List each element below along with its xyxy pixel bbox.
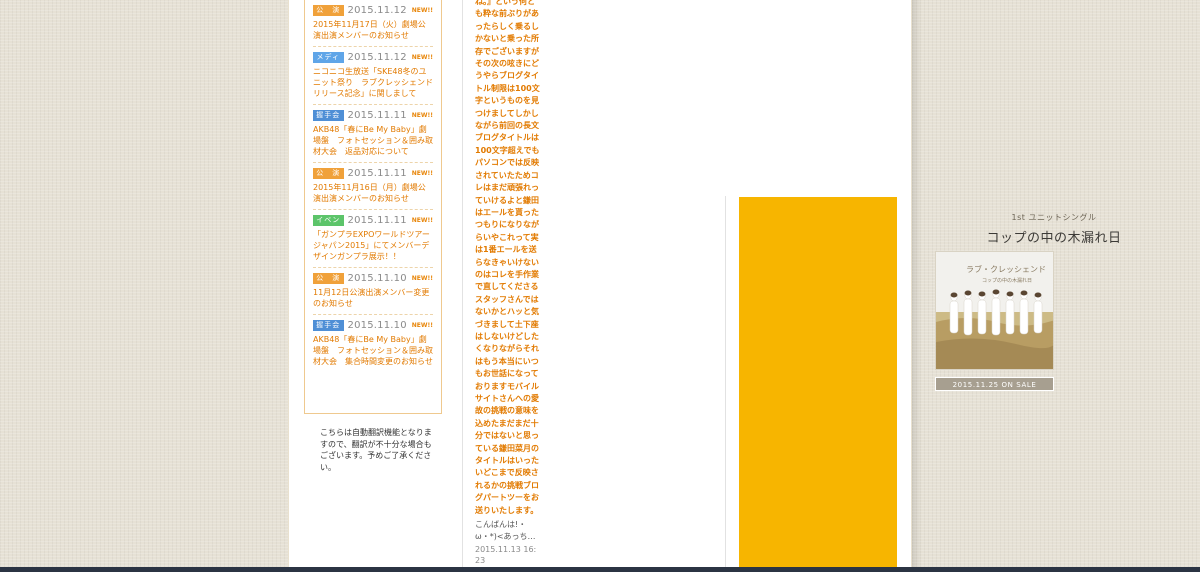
category-badge: 握手会 [313,110,344,121]
news-item[interactable]: 公 演 2015.11.11 NEW!! 2015年11月16日（月）劇場公演出演メン… [313,163,433,210]
translation-disclaimer: こちらは自動翻訳機能となりますので、翻訳が不十分な場合もございます。予めご了承く… [320,428,432,472]
news-title-link[interactable]: 2015年11月17日（火）劇場公演出演メンバーのお知らせ [313,19,433,41]
yellow-banner[interactable] [739,197,897,572]
category-badge: メディア [313,52,344,72]
promo-title[interactable]: コップの中の木漏れ日 [922,227,1186,246]
new-badge: NEW!! [411,217,433,224]
blog-excerpt[interactable]: こんばんは!・ω・*)<あっち… [475,519,540,542]
news-title-link[interactable]: 11月12日公演出演メンバー変更のお知らせ [313,287,433,309]
news-title-link[interactable]: 2015年11月16日（月）劇場公演出演メンバーのお知らせ [313,182,433,204]
blog-title-link[interactable]: ね。』という何とも粋な前ぶりがあったらしく乗るしかないと乗った所存でございますが… [475,0,540,517]
news-title-link[interactable]: AKB48「春にBe My Baby」劇場盤 フォトセッション＆囲み取材大会 集… [313,334,433,367]
news-date: 2015.11.12 [347,52,407,63]
new-badge: NEW!! [411,54,433,61]
news-item-header: 公 演 2015.11.10 NEW!! [313,272,433,285]
news-item[interactable]: メディア 2015.11.12 NEW!! ニコニコ生放送「SKE48冬のユニット祭り… [313,47,433,105]
blog-date: 2015.11.13 16:23 [475,545,537,566]
news-date: 2015.11.11 [347,168,407,179]
page-shadow [912,0,922,572]
news-item-header: イベント 2015.11.11 NEW!! [313,214,433,235]
news-list: 公 演 2015.11.12 NEW!! 2015年11月17日（火）劇場公演出演メン… [304,0,442,414]
news-date: 2015.11.10 [347,273,407,284]
release-date-bar: 2015.11.25 ON SALE [935,377,1054,391]
column-divider [462,0,463,572]
news-title-link[interactable]: 「ガンプラEXPOワールドツアージャパン2015」にてメンバーデザインガンプラ展… [313,229,433,262]
news-item[interactable]: 握手会 2015.11.10 NEW!! AKB48「春にBe My Baby」劇場盤… [313,315,433,372]
news-item[interactable]: イベント 2015.11.11 NEW!! 「ガンプラEXPOワールドツアージャパン2… [313,210,433,268]
news-item-header: 握手会 2015.11.11 NEW!! [313,109,433,122]
new-badge: NEW!! [411,112,433,119]
taskbar-edge [0,567,1200,572]
category-badge: 公 演 [313,273,344,284]
jacket-logo-text: ラブ・クレッシェンド [966,264,1046,274]
news-item-header: 公 演 2015.11.12 NEW!! [313,4,433,17]
new-badge: NEW!! [411,275,433,282]
new-badge: NEW!! [411,322,433,329]
news-item[interactable]: 公 演 2015.11.10 NEW!! 11月12日公演出演メンバー変更のお知らせ [313,268,433,315]
new-badge: NEW!! [411,7,433,14]
category-badge: 公 演 [313,5,344,16]
promo-subtitle: 1st ユニットシングル [1011,213,1097,222]
news-date: 2015.11.12 [347,5,407,16]
jacket-sub-text: コップの中の木漏れ日 [982,277,1032,284]
news-item-header: メディア 2015.11.12 NEW!! [313,51,433,72]
news-item-header: 握手会 2015.11.10 NEW!! [313,319,433,332]
news-item[interactable]: 公 演 2015.11.12 NEW!! 2015年11月17日（火）劇場公演出演メン… [313,0,433,47]
category-badge: 公 演 [313,168,344,179]
news-title-link[interactable]: AKB48「春にBe My Baby」劇場盤 フォトセッション＆囲み取材大会 返… [313,124,433,157]
category-badge: 握手会 [313,320,344,331]
news-title-link[interactable]: ニコニコ生放送「SKE48冬のユニット祭り ラブクレッシェンドリリース記念」に関… [313,66,433,99]
news-item-header: 公 演 2015.11.11 NEW!! [313,167,433,180]
new-badge: NEW!! [411,170,433,177]
column-divider [725,196,726,572]
news-date: 2015.11.10 [347,320,407,331]
single-jacket-image[interactable]: ラブ・クレッシェンド コップの中の木漏れ日 [935,251,1054,370]
blog-entry[interactable]: ね。』という何とも粋な前ぶりがあったらしく乗るしかないと乗った所存でございますが… [475,0,540,566]
news-date: 2015.11.11 [347,215,407,226]
news-item[interactable]: 握手会 2015.11.11 NEW!! AKB48「春にBe My Baby」劇場盤… [313,105,433,163]
category-badge: イベント [313,215,344,235]
news-date: 2015.11.11 [347,110,407,121]
